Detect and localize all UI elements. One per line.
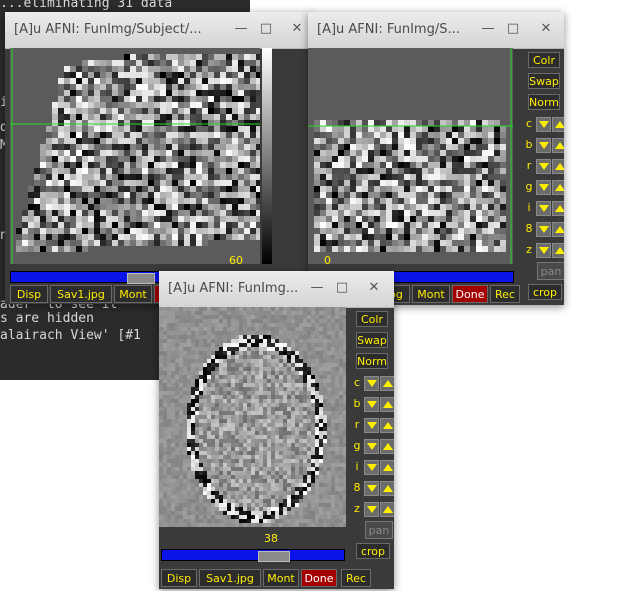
color-bar[interactable] <box>262 48 272 264</box>
label-contrast: c <box>525 117 533 130</box>
slice-number: 38 <box>264 532 278 545</box>
gamma-down-arrow-icon[interactable] <box>536 180 551 195</box>
maximize-icon[interactable]: □ <box>505 21 521 37</box>
bits-up-arrow-icon[interactable] <box>380 481 394 496</box>
window-title: [A]u AFNI: FunImg/S... <box>317 22 460 37</box>
rotate-up-arrow-icon[interactable] <box>552 159 564 174</box>
brightness-up-arrow-icon[interactable] <box>380 397 394 412</box>
side-panel: Colr Swap Norm c b r g i 8 z pan crop <box>353 307 394 567</box>
label-gamma: g <box>353 439 361 452</box>
rec-button[interactable]: Rec <box>341 569 371 587</box>
swap-button[interactable]: Swap <box>528 73 560 89</box>
mont-button[interactable]: Mont <box>114 285 152 303</box>
titlebar[interactable]: [A]u AFNI: FunImg... — □ ✕ <box>159 271 394 308</box>
mont-button[interactable]: Mont <box>412 285 450 303</box>
label-bits: 8 <box>353 481 361 494</box>
minimize-icon[interactable]: — <box>480 21 496 37</box>
afni-window-coronal[interactable]: [A]u AFNI: FunImg/S... — □ ✕ 0 Disp Sav1… <box>308 12 564 305</box>
label-brightness: b <box>525 138 533 151</box>
zoom-up-arrow-icon[interactable] <box>552 243 564 258</box>
label-zoom: z <box>354 502 360 515</box>
slider-thumb[interactable] <box>127 273 155 284</box>
label-zoom: z <box>526 243 532 256</box>
done-button[interactable]: Done <box>301 569 337 587</box>
rotate-up-arrow-icon[interactable] <box>380 418 394 433</box>
label-rotate: r <box>354 418 360 431</box>
slice-number: 0 <box>324 254 331 267</box>
mont-button[interactable]: Mont <box>263 569 299 587</box>
label-rotate: r <box>526 159 532 172</box>
image-viewport[interactable] <box>308 48 513 264</box>
close-icon[interactable]: ✕ <box>289 21 305 37</box>
minimize-icon[interactable]: — <box>309 280 325 296</box>
done-button[interactable]: Done <box>452 285 488 303</box>
minimize-icon[interactable]: — <box>233 21 249 37</box>
disp-button[interactable]: Disp <box>10 285 48 303</box>
colr-button[interactable]: Colr <box>356 311 388 327</box>
contrast-up-arrow-icon[interactable] <box>552 117 564 132</box>
afni-window-sagittal[interactable]: [A]u AFNI: FunImg... — □ ✕ 38 Disp Sav1.… <box>159 271 394 589</box>
image-viewport[interactable] <box>10 48 260 264</box>
terminal-line: ...eliminating 31 data <box>0 0 173 11</box>
zoom-down-arrow-icon[interactable] <box>536 243 551 258</box>
rotate-down-arrow-icon[interactable] <box>364 418 379 433</box>
crop-button[interactable]: crop <box>528 284 562 300</box>
rec-button[interactable]: Rec <box>490 285 520 303</box>
titlebar[interactable]: [A]u AFNI: FunImg/S... — □ ✕ <box>308 12 564 49</box>
bits-down-arrow-icon[interactable] <box>536 222 551 237</box>
rotate-down-arrow-icon[interactable] <box>536 159 551 174</box>
contrast-down-arrow-icon[interactable] <box>364 376 379 391</box>
slice-slider[interactable] <box>161 549 345 562</box>
slider-thumb[interactable] <box>258 551 290 562</box>
maximize-icon[interactable]: □ <box>258 21 274 37</box>
label-interp: i <box>355 460 359 473</box>
pan-button[interactable]: pan <box>537 262 564 280</box>
side-panel <box>277 48 311 298</box>
afni-window-axial[interactable]: [A]u AFNI: FunImg/Subject/... — □ ✕ 60 D… <box>5 12 313 304</box>
titlebar[interactable]: [A]u AFNI: FunImg/Subject/... — □ ✕ <box>5 12 313 49</box>
label-brightness: b <box>353 397 361 410</box>
save-button[interactable]: Sav1.jpg <box>199 569 261 587</box>
zoom-down-arrow-icon[interactable] <box>364 502 379 517</box>
contrast-down-arrow-icon[interactable] <box>536 117 551 132</box>
bits-down-arrow-icon[interactable] <box>364 481 379 496</box>
disp-button[interactable]: Disp <box>161 569 197 587</box>
slice-number: 60 <box>229 254 243 267</box>
window-title: [A]u AFNI: FunImg... <box>168 281 298 296</box>
crop-button[interactable]: crop <box>356 543 390 559</box>
swap-button[interactable]: Swap <box>356 332 388 348</box>
side-panel: Colr Swap Norm c b r g i 8 z pan crop <box>525 48 564 300</box>
label-contrast: c <box>353 376 361 389</box>
norm-button[interactable]: Norm <box>356 353 388 369</box>
window-title: [A]u AFNI: FunImg/Subject/... <box>14 22 202 37</box>
pan-button[interactable]: pan <box>365 521 393 539</box>
brightness-down-arrow-icon[interactable] <box>536 138 551 153</box>
label-gamma: g <box>525 180 533 193</box>
save-button[interactable]: Sav1.jpg <box>50 285 112 303</box>
gamma-up-arrow-icon[interactable] <box>552 180 564 195</box>
label-interp: i <box>527 201 531 214</box>
maximize-icon[interactable]: □ <box>334 280 350 296</box>
contrast-up-arrow-icon[interactable] <box>380 376 394 391</box>
gamma-down-arrow-icon[interactable] <box>364 439 379 454</box>
terminal-line: s are hidden <box>0 311 94 326</box>
interp-up-arrow-icon[interactable] <box>380 460 394 475</box>
brightness-down-arrow-icon[interactable] <box>364 397 379 412</box>
label-bits: 8 <box>525 222 533 235</box>
bits-up-arrow-icon[interactable] <box>552 222 564 237</box>
norm-button[interactable]: Norm <box>528 94 560 110</box>
interp-up-arrow-icon[interactable] <box>552 201 564 216</box>
zoom-up-arrow-icon[interactable] <box>380 502 394 517</box>
terminal-line: alairach View' [#1 <box>0 328 141 343</box>
close-icon[interactable]: ✕ <box>366 280 382 296</box>
interp-down-arrow-icon[interactable] <box>364 460 379 475</box>
interp-down-arrow-icon[interactable] <box>536 201 551 216</box>
gamma-up-arrow-icon[interactable] <box>380 439 394 454</box>
close-icon[interactable]: ✕ <box>538 21 554 37</box>
brightness-up-arrow-icon[interactable] <box>552 138 564 153</box>
image-viewport[interactable] <box>159 307 346 527</box>
colr-button[interactable]: Colr <box>528 52 560 68</box>
